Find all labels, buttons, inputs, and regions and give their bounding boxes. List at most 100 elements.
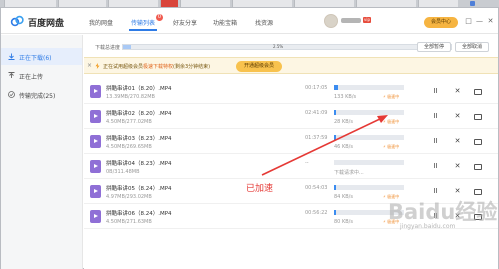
open-folder-icon[interactable]	[473, 112, 482, 121]
task-progress-fill	[334, 135, 336, 140]
folder-shape	[474, 89, 482, 95]
task-progress-track	[334, 135, 404, 140]
nav-active-indicator	[129, 29, 157, 31]
nav-my-disk[interactable]: 我的网盘	[89, 18, 113, 27]
task-size: 13.39MB/270.82MB	[106, 94, 155, 100]
task-row[interactable]: 拼酷串讲02（8.20）.MP4 4.50MB/277.02MB 02:41:09 2…	[84, 105, 498, 129]
top-bar: 百度网盘 我的网盘 传输列表 0 好友分享 功能宝箱 找资源 vip 会员中心 …	[1, 8, 498, 34]
folder-shape	[474, 164, 482, 170]
minimize-icon[interactable]: —	[475, 17, 484, 26]
cancel-icon[interactable]: ✕	[453, 87, 462, 96]
trial-notice-text: 正在试用超级会员极速下载特权(剩余3分钟结束)	[103, 63, 210, 70]
cancel-icon[interactable]: ✕	[453, 162, 462, 171]
open-super-vip-button[interactable]: 开通超级会员	[236, 61, 282, 72]
video-file-icon	[90, 160, 101, 173]
nav-toolbox[interactable]: 功能宝箱	[213, 18, 237, 27]
task-progress-fill	[334, 210, 336, 215]
notice-text-highlight: 极速下载特权	[143, 64, 174, 70]
task-status: 下载请求中...	[334, 170, 364, 176]
cancel-icon[interactable]: ✕	[453, 137, 462, 146]
pause-icon[interactable]: II	[431, 112, 440, 121]
annotation-label: 已加速	[246, 184, 274, 194]
task-size: 4.50MB/271.63MB	[106, 219, 152, 225]
pause-icon[interactable]: II	[431, 137, 440, 146]
nav-find-resources[interactable]: 找资源	[255, 18, 273, 27]
upload-icon	[8, 72, 15, 78]
open-folder-icon[interactable]	[473, 187, 482, 196]
avatar[interactable]	[324, 14, 338, 28]
nav-friend-share[interactable]: 好友分享	[173, 18, 197, 27]
task-name: 拼酷串讲06（8.24）.MP4	[106, 211, 172, 217]
task-row[interactable]: 拼酷串讲03（8.23）.MP4 4.50MB/269.65MB 01:37:59 4…	[84, 130, 498, 154]
video-file-icon	[90, 135, 101, 148]
task-name: 拼酷串讲05（8.24）.MP4	[106, 186, 172, 192]
browser-tab[interactable]	[108, 0, 158, 7]
username-redacted	[341, 18, 361, 23]
cancel-all-button[interactable]: 全部取消	[455, 42, 489, 52]
browser-tab[interactable]	[232, 0, 292, 7]
watermark-url: jingyan.baidu.com	[400, 223, 456, 230]
folder-shape	[474, 114, 482, 120]
task-progress-track	[334, 185, 404, 190]
video-file-icon	[90, 185, 101, 198]
overall-progress-fill	[123, 45, 131, 49]
open-folder-icon[interactable]	[473, 87, 482, 96]
browser-tab[interactable]	[160, 0, 178, 7]
close-icon[interactable]: ×	[87, 62, 92, 69]
sidebar-item-label: 正在上传	[19, 74, 44, 81]
video-file-icon	[90, 210, 101, 223]
watermark-logo: Baidu经验	[388, 200, 498, 224]
task-time-left: --	[305, 160, 309, 166]
baidu-cloud-logo-icon	[10, 15, 24, 27]
task-name: 拼酷串讲04（8.23）.MP4	[106, 161, 172, 167]
pause-icon[interactable]: II	[431, 87, 440, 96]
video-file-icon	[90, 110, 101, 123]
browser-extension-icon[interactable]	[470, 1, 475, 6]
task-time-left: 00:54:03	[305, 185, 328, 191]
member-center-button[interactable]: 会员中心	[424, 17, 458, 28]
browser-tab[interactable]	[58, 0, 106, 7]
task-row[interactable]: 拼酷串讲04（8.23）.MP4 0B/311.48MB -- 下载请求中... II ✕	[84, 155, 498, 179]
task-progress-fill	[334, 85, 338, 90]
task-progress-track	[334, 160, 404, 165]
cancel-icon[interactable]: ✕	[453, 187, 462, 196]
sidebar-item-label: 正在下载(6)	[19, 55, 52, 62]
pause-all-button[interactable]: 全部暂停	[417, 42, 451, 52]
browser-tab[interactable]	[4, 0, 56, 7]
folder-shape	[474, 189, 482, 195]
task-time-left: 01:37:59	[305, 135, 328, 141]
close-icon[interactable]: ✕	[486, 17, 495, 26]
download-icon	[8, 53, 15, 60]
check-circle-icon	[8, 91, 15, 98]
task-speed: 28 KB/s	[334, 119, 353, 125]
overall-progress-track: 2.5% 287 KB/s	[122, 44, 452, 50]
task-time-left: 00:17:05	[305, 85, 328, 91]
task-progress-fill	[334, 110, 336, 115]
open-folder-icon[interactable]	[473, 162, 482, 171]
task-speed: 80 KB/s	[334, 219, 353, 225]
pause-icon[interactable]: II	[431, 187, 440, 196]
pause-icon[interactable]: II	[431, 162, 440, 171]
task-name: 拼酷串讲01（8.20）.MP4	[106, 86, 172, 92]
notice-text-suffix: (剩余3分钟结束)	[173, 64, 211, 70]
overall-progress-bar: 下载总进度 2.5% 287 KB/s 全部暂停 全部取消	[84, 41, 498, 53]
app-title: 百度网盘	[28, 19, 65, 29]
task-accelerating-badge: ⚡ 极速中	[383, 144, 400, 149]
task-size: 4.97MB/293.02MB	[106, 194, 152, 200]
browser-tab[interactable]	[418, 0, 458, 7]
browser-tab[interactable]	[356, 0, 416, 7]
browser-tab[interactable]	[180, 0, 230, 7]
nav-transfer-list[interactable]: 传输列表	[131, 18, 155, 27]
lightning-icon	[95, 63, 100, 69]
overall-progress-label: 下载总进度	[95, 45, 121, 51]
task-time-left: 00:56:22	[305, 210, 328, 216]
browser-tab[interactable]	[294, 0, 354, 7]
cancel-icon[interactable]: ✕	[453, 112, 462, 121]
trial-notice-bar: × 正在试用超级会员极速下载特权(剩余3分钟结束) 开通超级会员	[84, 57, 498, 74]
sidebar-item-completed[interactable]: 传输完成(25)	[1, 86, 82, 103]
sidebar-item-uploading[interactable]: 正在上传	[1, 67, 82, 84]
open-folder-icon[interactable]	[473, 137, 482, 146]
restore-icon[interactable]: □	[464, 17, 473, 26]
sidebar-item-downloading[interactable]: 正在下载(6)	[1, 48, 82, 65]
task-row[interactable]: 拼酷串讲01（8.20）.MP4 13.39MB/270.82MB 00:17:05…	[84, 80, 498, 104]
